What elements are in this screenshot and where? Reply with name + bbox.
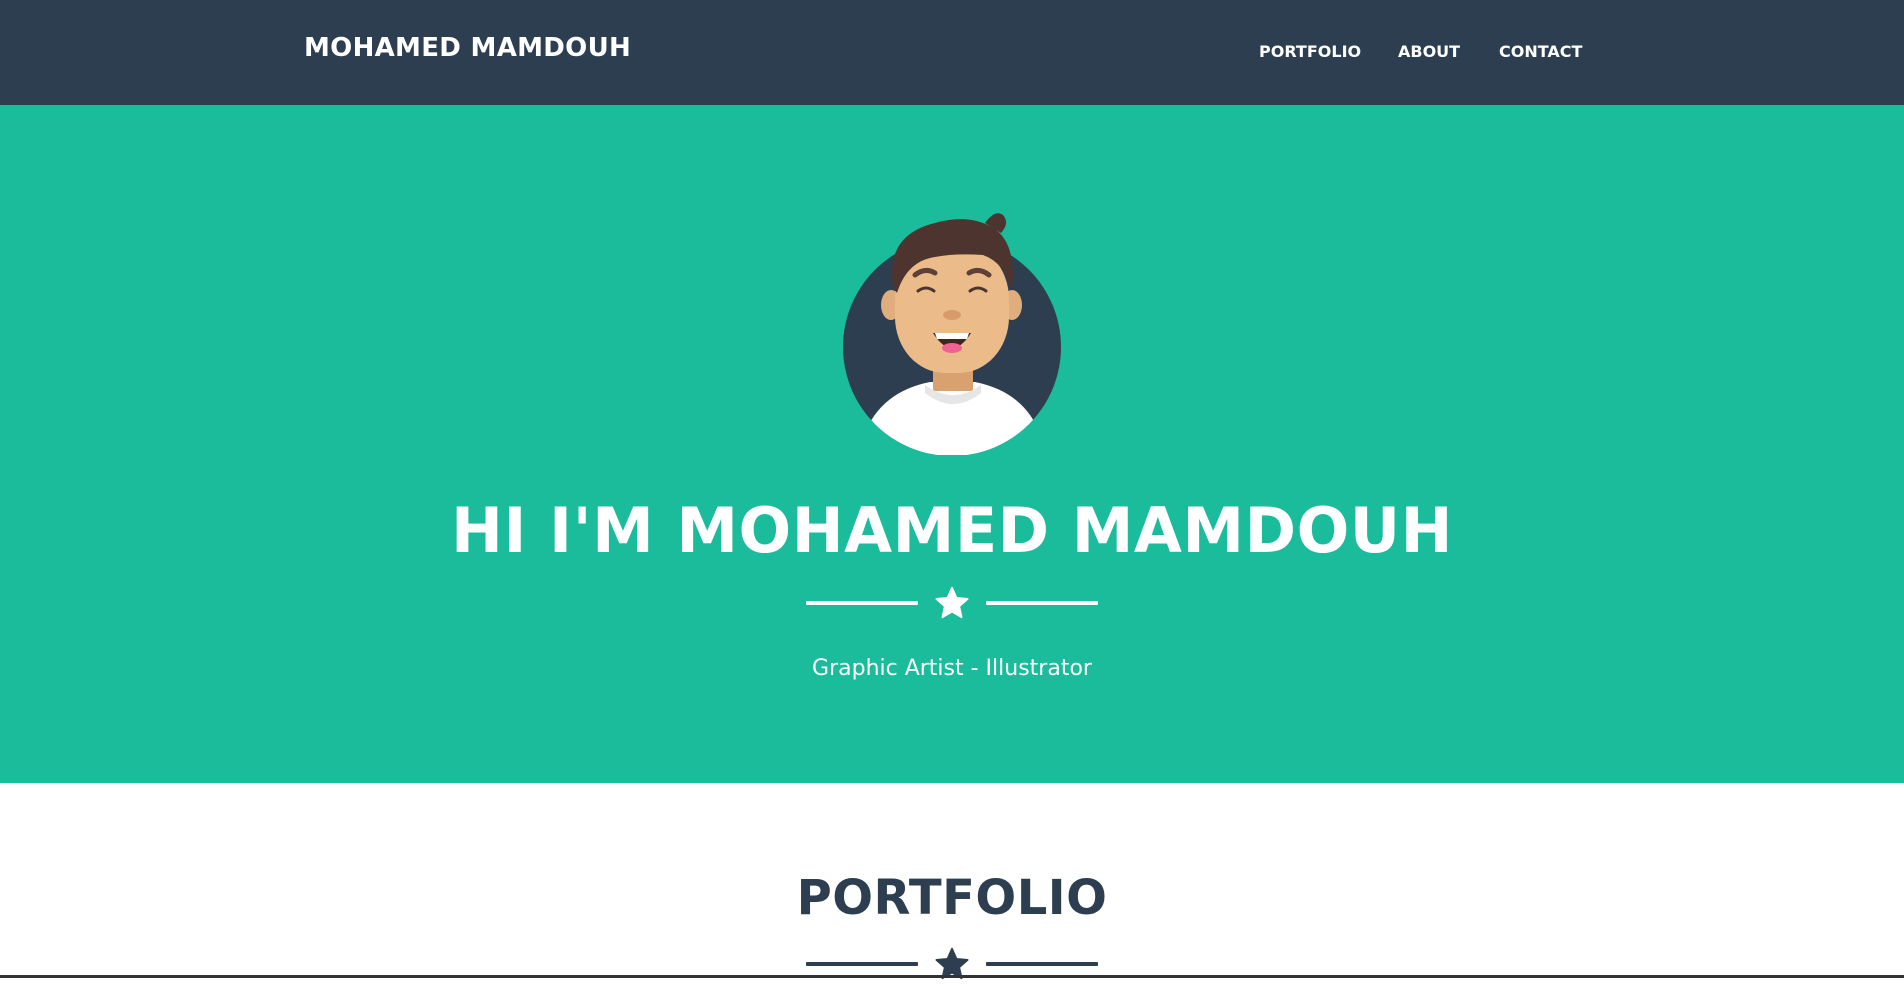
star-icon [935,586,969,619]
hero-subtitle: Graphic Artist - Illustrator [812,656,1092,681]
nav-link-portfolio[interactable]: PORTFOLIO [1259,42,1361,61]
navbar: MOHAMED MAMDOUH PORTFOLIO ABOUT CONTACT [0,0,1904,105]
avatar [835,205,1065,456]
divider-line-left [806,601,918,605]
nav-link-contact[interactable]: CONTACT [1499,42,1582,61]
nav-link-about[interactable]: ABOUT [1398,42,1460,61]
avatar-illustration [843,213,1061,456]
hero-title: HI I'M MOHAMED MAMDOUH [450,494,1454,567]
divider-line-right [986,962,1098,966]
brand-link[interactable]: MOHAMED MAMDOUH [304,33,631,63]
hero-divider [806,583,1098,623]
portfolio-divider [806,944,1098,984]
portfolio-heading: PORTFOLIO [796,870,1108,926]
divider-line-left [806,962,918,966]
divider-line-right [986,601,1098,605]
